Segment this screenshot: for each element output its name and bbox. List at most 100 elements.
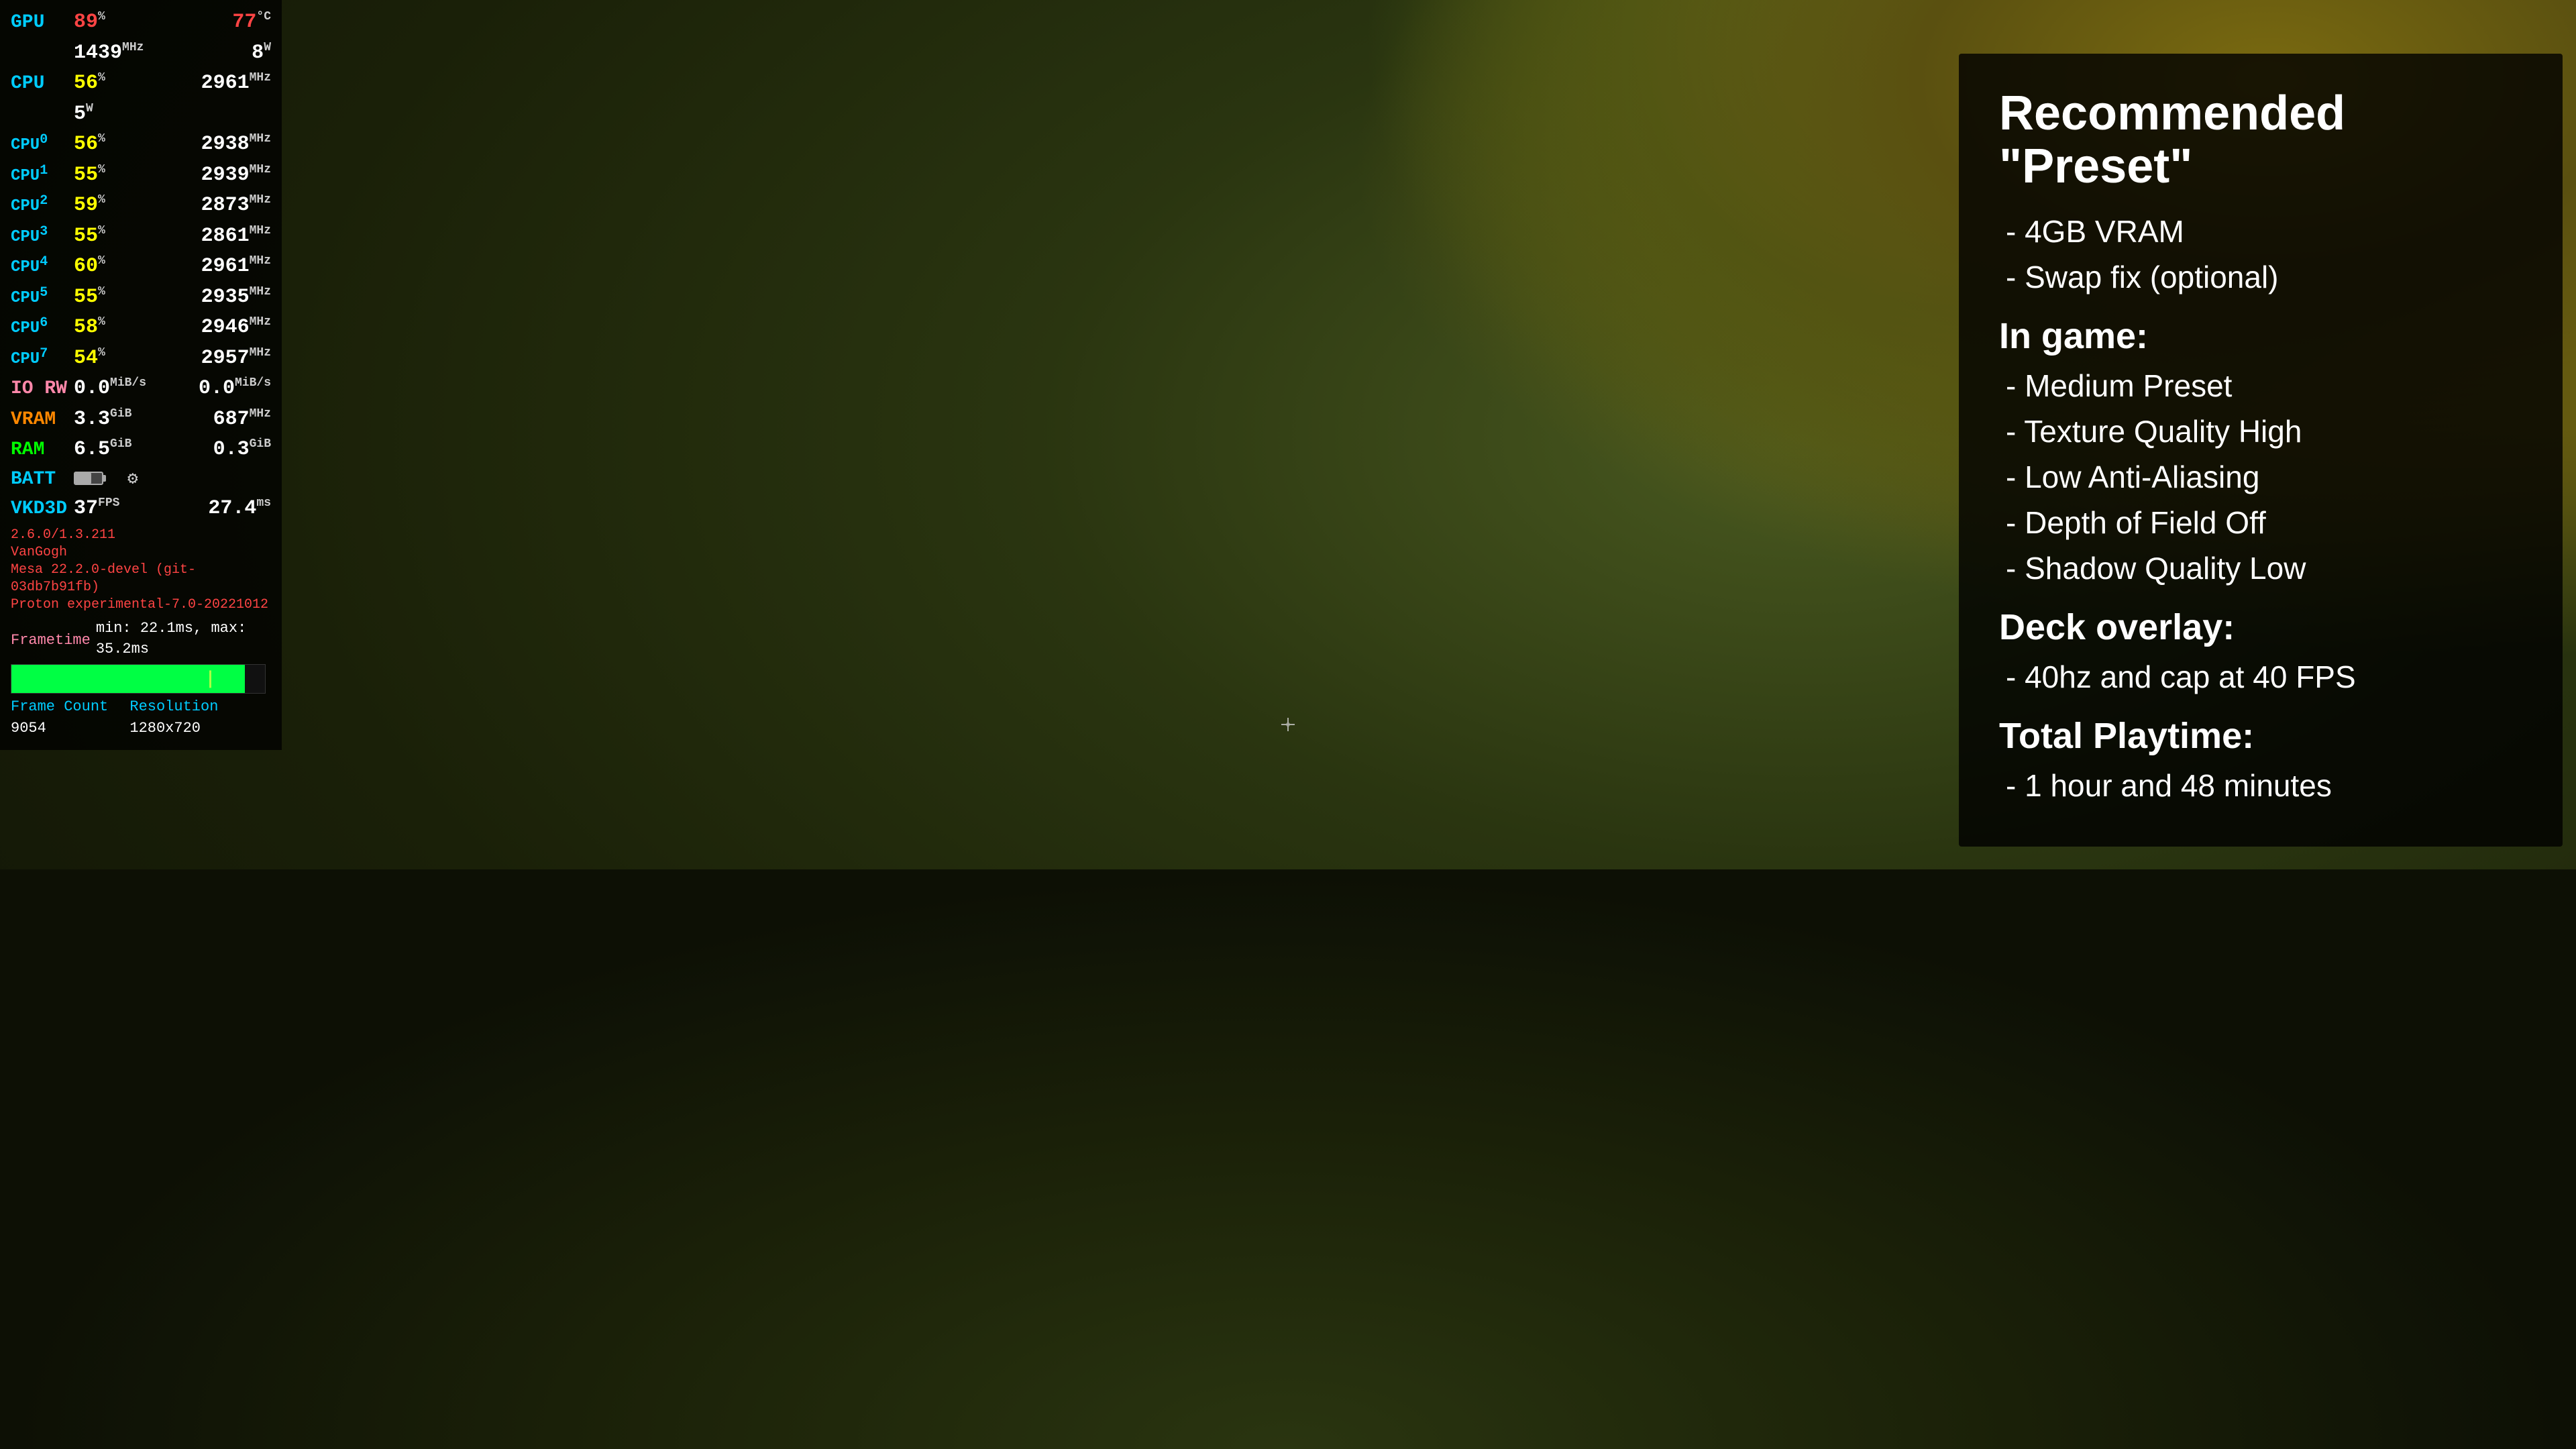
ground-overlay [0,869,2576,1449]
ram-used: 6.5GiB [74,435,131,465]
cpu0-label: CPU0 [11,130,71,158]
cpu5-row: CPU5 55% 2935MHz [11,283,271,313]
deck-items: - 40hz and cap at 40 FPS [1999,659,2522,695]
cpu2-usage: 59% [74,191,105,221]
cpu7-row: CPU7 54% 2957MHz [11,344,271,374]
ingame-item-3: - Low Anti-Aliasing [1999,459,2522,495]
cpu7-clock: 2957MHz [201,344,271,374]
ram-row: RAM 6.5GiB 0.3GiB [11,435,271,465]
io-write: 0.0MiB/s [199,374,271,404]
cpu1-label: CPU1 [11,161,71,189]
cpu4-usage: 60% [74,252,105,282]
frametime-graph [11,664,266,694]
gpu-usage-unit: % [98,10,105,23]
gpu-clock-unit: MHz [122,41,144,54]
gpu-temp: 77°C [232,8,271,38]
cpu2-clock: 2873MHz [201,191,271,221]
cpu-power-row: 5W [11,100,271,129]
cpu6-row: CPU6 58% 2946MHz [11,313,271,343]
mesa-line: Mesa 22.2.0-devel (git-03db7b91fb) [11,561,271,596]
cpu5-clock: 2935MHz [201,283,271,313]
cpu-clock: 2961MHz [201,69,271,99]
frametime-val: 27.4ms [208,494,271,524]
cpu2-label: CPU2 [11,191,71,219]
cpu6-label: CPU6 [11,313,71,341]
cpu4-row: CPU4 60% 2961MHz [11,252,271,282]
frametime-spike [209,671,211,688]
cpu-label: CPU [11,70,71,98]
gpu-row: GPU 89% 77°C [11,8,271,38]
hud-panel: GPU 89% 77°C 1439MHz 8W CPU 56% 2961MHz [0,0,282,750]
cpu2-row: CPU2 59% 2873MHz [11,191,271,221]
version-line: 2.6.0/1.3.211 [11,527,271,544]
frame-count-label: Frame Count [11,698,108,715]
batt-label: BATT [11,466,71,494]
cpu1-clock: 2939MHz [201,161,271,191]
cpu-clock-unit: MHz [250,71,271,85]
frame-count-val: 9054 [11,720,46,737]
cpu7-usage: 54% [74,344,105,374]
frame-count-resolution-row: Frame Count 9054 Resolution 1280x720 [11,696,271,739]
gpu-power-unit: W [264,41,271,54]
proton-line: Proton experimental-7.0-20221012 [11,596,271,614]
gpu-clock-row: 1439MHz 8W [11,39,271,68]
gpu-clock: 1439MHz [74,39,144,68]
driver-line: VanGogh [11,544,271,561]
cpu7-label: CPU7 [11,344,71,372]
resolution-val: 1280x720 [129,720,201,737]
rec-title: Recommended "Preset" [1999,87,2522,193]
gpu-label: GPU [11,9,71,37]
gpu-clock-val: 1439 [74,42,122,64]
vram-used: 3.3GiB [74,405,131,435]
cpu4-clock: 2961MHz [201,252,271,282]
cpu0-clock: 2938MHz [201,130,271,160]
cpu-usage-val: 56 [74,72,98,95]
preset-item-2: - Swap fix (optional) [1999,259,2522,295]
cpu-clock-val: 2961 [201,72,250,95]
gpu-temp-val: 77 [232,11,256,34]
ingame-item-5: - Shadow Quality Low [1999,550,2522,586]
cpu1-usage: 55% [74,161,105,191]
vkd3d-row: VKD3D 37FPS 27.4ms [11,494,271,524]
preset-item-1: - 4GB VRAM [1999,213,2522,250]
preset-items: - 4GB VRAM - Swap fix (optional) [1999,213,2522,295]
gpu-power-val: 8 [252,42,264,64]
ingame-items: - Medium Preset - Texture Quality High -… [1999,368,2522,586]
gpu-temp-unit: °C [256,10,271,23]
io-read: 0.0MiB/s [74,374,146,404]
ram-label: RAM [11,437,71,464]
vram-label: VRAM [11,407,71,434]
gpu-usage: 89% [74,8,105,38]
cpu-row: CPU 56% 2961MHz [11,69,271,99]
version-info: 2.6.0/1.3.211 VanGogh Mesa 22.2.0-devel … [11,527,271,614]
cpu3-label: CPU3 [11,222,71,250]
frametime-min-max: min: 22.1ms, max: 35.2ms [96,618,271,661]
total-item-1: - 1 hour and 48 minutes [1999,767,2522,804]
deck-item-1: - 40hz and cap at 40 FPS [1999,659,2522,695]
cpu0-row: CPU0 56% 2938MHz [11,130,271,160]
gpu-usage-val: 89 [74,11,98,34]
cpu6-clock: 2946MHz [201,313,271,343]
ingame-item-4: - Depth of Field Off [1999,504,2522,541]
frametime-label: Frametime [11,630,91,651]
vram-clock: 687MHz [213,405,271,435]
cpu3-clock: 2861MHz [201,222,271,252]
io-row: IO RW 0.0MiB/s 0.0MiB/s [11,374,271,404]
frametime-row: Frametime min: 22.1ms, max: 35.2ms [11,618,271,661]
ingame-item-2: - Texture Quality High [1999,413,2522,449]
cpu1-row: CPU1 55% 2939MHz [11,161,271,191]
cpu-usage-unit: % [98,71,105,85]
batt-tool: ⚙ [127,467,138,492]
section-total: Total Playtime: [1999,715,2522,757]
resolution-label: Resolution [129,698,218,715]
cpu5-usage: 55% [74,283,105,313]
cpu5-label: CPU5 [11,283,71,311]
cpu6-usage: 58% [74,313,105,343]
ram-other: 0.3GiB [213,435,271,465]
batt-row: BATT ⚙ [11,466,271,494]
battery-icon [74,466,103,494]
vram-row: VRAM 3.3GiB 687MHz [11,405,271,435]
recommendation-panel: Recommended "Preset" - 4GB VRAM - Swap f… [1959,54,2563,847]
ingame-item-1: - Medium Preset [1999,368,2522,404]
cpu3-row: CPU3 55% 2861MHz [11,222,271,252]
